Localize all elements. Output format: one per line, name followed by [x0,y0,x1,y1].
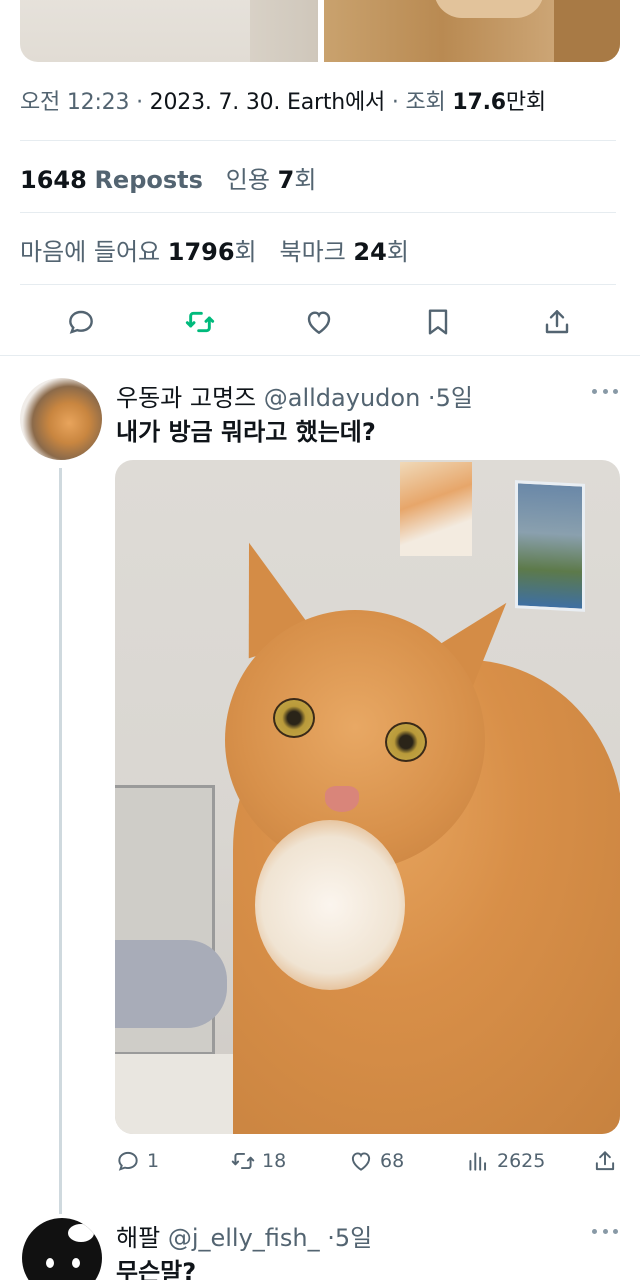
reply-action-bar: 1 18 68 2625 [115,1148,620,1180]
reply-header: 해팔 @j_elly_fish_ ·5일 [116,1224,373,1252]
reply-button[interactable]: 1 [115,1148,159,1174]
repost-button[interactable]: 18 [230,1148,286,1174]
repost-icon[interactable] [182,304,218,340]
views-unit: 만회 [505,90,546,115]
reply-author-handle[interactable]: @j_elly_fish_ [168,1224,320,1252]
tweet-date[interactable]: 2023. 7. 30. [150,90,281,115]
avatar[interactable] [20,378,102,460]
share-button[interactable] [592,1148,618,1174]
like-count: 68 [380,1150,405,1172]
reply-author-handle[interactable]: @alldayudon [264,384,421,412]
more-options-icon[interactable] [592,386,618,396]
share-icon [595,1151,615,1171]
reply-time[interactable]: 5일 [335,1224,372,1252]
tweet-time[interactable]: 오전 12:23 [20,90,129,115]
quotes-stat[interactable]: 인용 7회 [226,166,317,194]
reply-icon[interactable] [63,304,99,340]
repost-icon [231,1152,255,1170]
avatar[interactable] [22,1218,102,1280]
tweet-media-grid[interactable] [20,0,620,62]
reply-time[interactable]: 5일 [436,384,473,412]
views-label: 조회 [405,90,446,115]
divider [20,284,616,285]
reply-text: 내가 방금 뭐라고 했는데? [116,418,376,446]
repost-count: 18 [262,1150,287,1172]
reply-photo[interactable] [115,460,620,1134]
stats-likes-bookmarks: 마음에 들어요 1796회 북마크 24회 [20,232,409,267]
thread-line [59,468,62,1214]
tweet-action-bar [0,300,640,344]
reply-icon [118,1151,138,1171]
share-icon[interactable] [539,304,575,340]
stats-reposts-quotes: 1648 Reposts 인용 7회 [20,160,316,195]
tweet-meta: 오전 12:23 · 2023. 7. 30. Earth에서 · 조회 17.… [20,90,546,115]
tweet-image-right[interactable] [324,0,620,62]
views-count: 17.6 [452,90,506,115]
reposts-stat[interactable]: 1648 Reposts [20,166,203,194]
bookmark-icon[interactable] [420,304,456,340]
views-button[interactable]: 2625 [465,1148,545,1174]
reply-author-name[interactable]: 우동과 고명즈 [116,384,256,412]
section-divider [0,355,640,356]
views-icon [469,1152,487,1171]
divider [20,212,616,213]
reply-header: 우동과 고명즈 @alldayudon ·5일 [116,384,473,412]
view-count: 2625 [497,1150,546,1172]
reply-author-name[interactable]: 해팔 [116,1224,160,1252]
tweet-image-left[interactable] [20,0,318,62]
reply-text: 무슨말? [116,1258,197,1280]
like-icon[interactable] [301,304,337,340]
divider [20,140,616,141]
reply-count: 1 [147,1150,160,1172]
likes-stat[interactable]: 마음에 들어요 1796회 [20,238,257,266]
tweet-source: Earth에서 [287,90,386,115]
like-button[interactable]: 68 [348,1148,404,1174]
bookmarks-stat[interactable]: 북마크 24회 [280,238,409,266]
like-icon [351,1152,371,1171]
more-options-icon[interactable] [592,1226,618,1236]
